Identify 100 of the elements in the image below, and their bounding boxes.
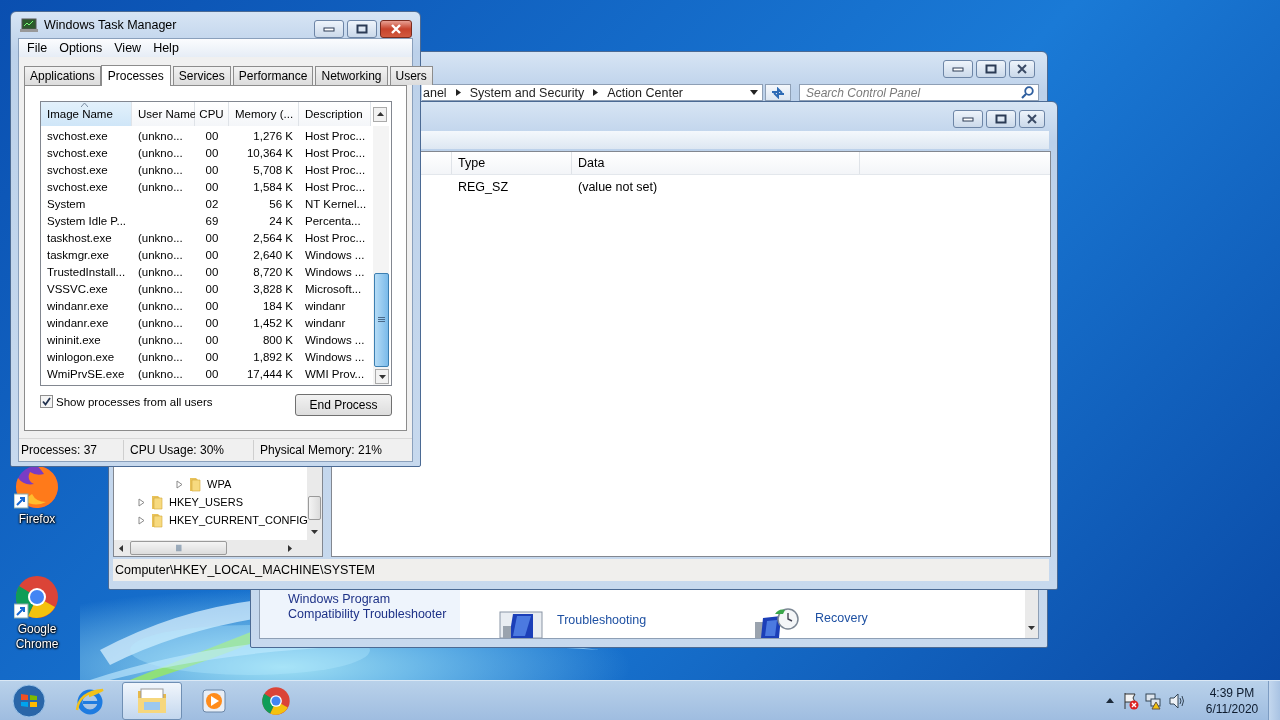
scrollbar[interactable] bbox=[307, 466, 322, 540]
column-header[interactable]: CPU bbox=[195, 102, 229, 126]
search-icon[interactable] bbox=[1021, 86, 1034, 99]
tab[interactable]: Users bbox=[389, 66, 433, 85]
scroll-down-icon[interactable] bbox=[378, 374, 386, 379]
sidebar-link[interactable]: Windows Program Compatibility Troubleshooter bbox=[288, 592, 453, 622]
tab[interactable]: Services bbox=[172, 66, 231, 85]
tree-item[interactable]: HKEY_CURRENT_CONFIG bbox=[169, 514, 307, 526]
close-icon bbox=[1026, 114, 1038, 124]
tab[interactable]: Networking bbox=[315, 66, 388, 85]
menu-item[interactable]: View bbox=[108, 41, 148, 55]
browser-icon[interactable] bbox=[14, 464, 60, 510]
tab[interactable]: Applications bbox=[24, 66, 101, 85]
clock-date[interactable]: 6/11/2020 bbox=[1205, 700, 1259, 717]
breadcrumb-item[interactable]: Action Center bbox=[607, 85, 683, 100]
expand-arrow-icon[interactable] bbox=[138, 497, 145, 507]
column-header[interactable]: Memory (... bbox=[229, 102, 299, 126]
scroll-down-icon[interactable] bbox=[311, 530, 318, 534]
table-cell-text: 00 bbox=[204, 129, 220, 142]
table-cell-text: WMI Prov... bbox=[304, 367, 366, 380]
close-button[interactable] bbox=[1019, 110, 1045, 128]
maximize-button[interactable] bbox=[976, 60, 1006, 78]
column-header[interactable]: Image Name bbox=[41, 102, 132, 126]
table-cell-text: Host Proc... bbox=[304, 231, 367, 244]
dropdown-arrow-icon[interactable] bbox=[750, 90, 759, 95]
item-link[interactable]: Troubleshooting bbox=[557, 613, 647, 627]
table-cell-text: 00 bbox=[204, 350, 220, 363]
scroll-thumb[interactable] bbox=[373, 273, 389, 367]
computer-clock-icon[interactable] bbox=[755, 608, 801, 638]
table-cell-text: System bbox=[46, 197, 87, 210]
scroll-up-icon[interactable] bbox=[376, 112, 384, 116]
table-cell-text: taskmgr.exe bbox=[46, 248, 110, 261]
close-button[interactable] bbox=[1009, 60, 1035, 78]
menu-item[interactable]: File bbox=[21, 41, 54, 55]
taskbar-button[interactable] bbox=[122, 681, 182, 720]
menu-item[interactable]: Help bbox=[147, 41, 185, 55]
column-header[interactable]: Description bbox=[299, 102, 371, 126]
table-cell-text: Microsoft... bbox=[304, 282, 363, 295]
search-field[interactable]: Search Control Panel bbox=[799, 84, 1039, 101]
folder-icon bbox=[149, 494, 165, 510]
flag-icon[interactable] bbox=[1122, 691, 1140, 710]
tab[interactable]: Processes bbox=[100, 65, 171, 86]
table-cell-text: windanr.exe bbox=[46, 299, 110, 312]
table-cell-text: Windows ... bbox=[304, 248, 366, 261]
table-cell-text: svchost.exe bbox=[46, 146, 109, 159]
table-cell-text: (unkno... bbox=[137, 248, 184, 261]
network-icon[interactable] bbox=[1145, 691, 1163, 710]
menu-item[interactable]: Options bbox=[53, 41, 109, 55]
refresh-icon bbox=[770, 86, 787, 99]
browser-icon[interactable] bbox=[14, 574, 60, 620]
expand-arrow-icon[interactable] bbox=[138, 515, 145, 525]
table-cell-text: 5,708 K bbox=[252, 163, 294, 176]
chevron-icon[interactable] bbox=[593, 89, 599, 96]
item-link[interactable]: Recovery bbox=[815, 611, 868, 625]
scroll-thumb[interactable] bbox=[130, 541, 227, 555]
breadcrumb-item[interactable]: System and Security bbox=[469, 85, 585, 100]
speaker-icon[interactable] bbox=[1168, 691, 1186, 710]
grip-icon bbox=[175, 544, 182, 552]
table-cell-text: Host Proc... bbox=[304, 129, 367, 142]
table-cell-text: Host Proc... bbox=[304, 180, 367, 193]
table-cell-text: windanr bbox=[304, 299, 347, 312]
table-cell-text: (unkno... bbox=[137, 146, 184, 159]
end-process-button[interactable]: End Process bbox=[295, 394, 392, 416]
checkbox-label[interactable]: Show processes from all users bbox=[56, 395, 213, 408]
computer-icon[interactable] bbox=[499, 610, 543, 638]
desktop-icon-label[interactable]: Google Chrome bbox=[7, 622, 67, 652]
folder-icon bbox=[136, 686, 168, 715]
tree-item[interactable]: HKEY_USERS bbox=[169, 496, 243, 508]
table-cell-text: 17,444 K bbox=[245, 367, 294, 380]
scrollbar[interactable] bbox=[114, 540, 322, 556]
close-icon bbox=[390, 24, 402, 34]
checkbox[interactable] bbox=[40, 395, 53, 408]
scroll-thumb[interactable] bbox=[308, 496, 321, 520]
maximize-button[interactable] bbox=[986, 110, 1016, 128]
column-header[interactable]: Type bbox=[452, 151, 572, 174]
scrollbar[interactable] bbox=[373, 126, 389, 385]
maximize-button[interactable] bbox=[347, 20, 377, 38]
breadcrumb-item[interactable]: anel bbox=[423, 85, 447, 100]
minimize-icon bbox=[952, 65, 964, 73]
table-cell-text: (unkno... bbox=[137, 129, 184, 142]
close-icon bbox=[1016, 64, 1028, 74]
maximize-icon bbox=[995, 114, 1007, 124]
tree-item[interactable]: WPA bbox=[207, 478, 232, 490]
monitor-icon bbox=[20, 18, 38, 32]
scroll-right-icon[interactable] bbox=[288, 544, 292, 552]
expand-arrow-icon[interactable] bbox=[176, 479, 183, 489]
clock[interactable]: 4:39 PM 6/11/2020 bbox=[1201, 684, 1263, 717]
refresh-button[interactable] bbox=[765, 84, 791, 101]
folder-icon bbox=[149, 512, 165, 528]
desktop-icon-label[interactable]: Firefox bbox=[7, 512, 67, 527]
tab[interactable]: Performance bbox=[232, 66, 314, 85]
close-button[interactable] bbox=[380, 20, 412, 38]
scroll-down-icon[interactable] bbox=[1028, 626, 1035, 630]
table-cell-text: Windows ... bbox=[304, 350, 366, 363]
column-header[interactable]: Data bbox=[572, 151, 860, 174]
scroll-left-icon[interactable] bbox=[119, 544, 123, 552]
chevron-icon[interactable] bbox=[455, 89, 461, 96]
column-header[interactable]: User Name bbox=[132, 102, 195, 126]
clock-time[interactable]: 4:39 PM bbox=[1209, 684, 1255, 701]
address-bar[interactable]: anel System and Security Action Center bbox=[422, 84, 764, 101]
